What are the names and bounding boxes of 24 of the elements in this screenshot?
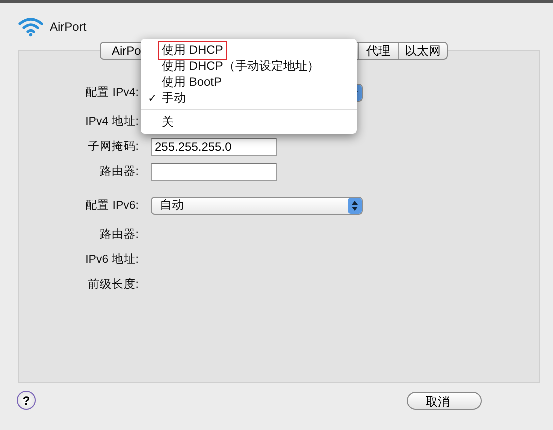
input-field[interactable] — [151, 162, 277, 180]
input-field[interactable]: 255.255.255.0 — [151, 138, 277, 156]
field-label: 路由器: — [98, 164, 139, 179]
field-label: IPv6 地址: — [84, 252, 139, 267]
field-label: 子网掩码: — [86, 140, 139, 154]
menu-item[interactable]: 关 — [158, 112, 178, 132]
window-title: AirPort — [50, 20, 87, 34]
tab[interactable]: 代理 — [359, 43, 399, 59]
wifi-icon — [18, 17, 44, 37]
field-label: 路由器: — [98, 228, 139, 242]
cancel-button[interactable]: 取消 — [407, 392, 482, 410]
menu-item[interactable]: 使用 DHCP（手动设定地址） — [158, 56, 324, 76]
help-button[interactable]: ? — [17, 391, 36, 410]
field-label: 前级长度: — [86, 278, 139, 292]
popup-button[interactable]: 自动 — [151, 196, 363, 214]
stepper-arrows-icon — [348, 198, 362, 214]
field-label: 配置 IPv4: — [84, 86, 139, 100]
field-label: IPv4 地址: — [84, 114, 139, 129]
menu-item[interactable]: 使用 BootP — [158, 72, 226, 92]
menu-item[interactable]: 使用 DHCP — [158, 40, 228, 60]
menu-item[interactable]: 手动 — [158, 88, 190, 108]
check-mark: ✓ — [148, 92, 158, 104]
field-label: 配置 IPv6: — [84, 198, 139, 213]
tab[interactable]: 以太网 — [399, 43, 447, 59]
